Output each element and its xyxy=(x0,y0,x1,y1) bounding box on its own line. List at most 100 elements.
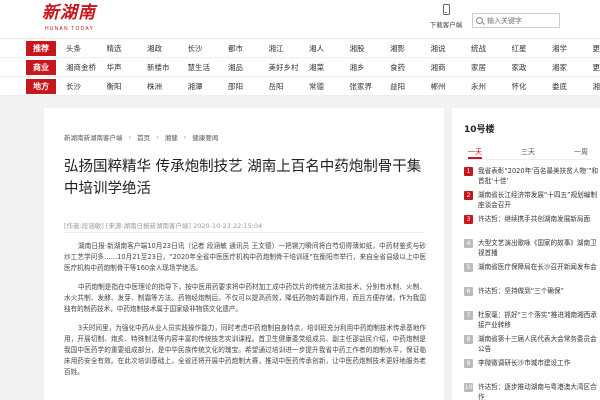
nav-category-local[interactable]: 地方 xyxy=(26,79,56,94)
nav-item[interactable]: 怀化 xyxy=(512,77,553,96)
nav-item[interactable]: 益阳 xyxy=(390,77,431,96)
tab-one-day[interactable]: 一天 xyxy=(468,146,482,159)
download-app-link[interactable]: 下载客户端 xyxy=(426,4,466,29)
nav-item[interactable]: 湘商 xyxy=(431,58,472,77)
nav-row-recommend: 推荐 头条 精选 湘政 长沙 都市 湘江 湘人 湘股 湘影 湘说 统战 红星 湘… xyxy=(0,39,600,58)
search-icon[interactable] xyxy=(476,16,483,24)
nav-item[interactable]: 湘股 xyxy=(350,39,391,58)
nav-item[interactable]: 长沙 xyxy=(66,77,107,96)
nav-item[interactable]: 家政 xyxy=(512,58,553,77)
hot-news-sidebar: 10号楼 一天 三天 一周 1 我省表彰“2020年‘百名最美扶贫人物’”和首批‘… xyxy=(452,108,600,400)
nav-item[interactable]: 慧生活 xyxy=(188,58,229,77)
nav-item[interactable]: 新楼市 xyxy=(147,58,188,77)
nav-item[interactable]: 头条 xyxy=(66,39,107,58)
nav-item[interactable]: 张家界 xyxy=(350,77,391,96)
nav-item[interactable]: 衡阳 xyxy=(107,77,148,96)
nav-item[interactable]: 湘西 xyxy=(593,77,600,96)
list-item-text[interactable]: 湖南省医疗保障局在长沙召开新闻发布会 xyxy=(478,263,597,271)
rank-badge: 4 xyxy=(464,239,473,248)
list-item[interactable]: 8 湖南省第十三届人民代表大会常务委员会公告 xyxy=(464,334,600,358)
search-box xyxy=(472,13,560,28)
list-item[interactable]: 4 大型文艺演出歌咏《国家的故事》湖南卫视首播 xyxy=(464,238,600,262)
nav-item[interactable]: 食药 xyxy=(390,58,431,77)
nav-item[interactable]: 湘潭 xyxy=(188,77,229,96)
search-input[interactable] xyxy=(487,14,559,27)
list-item-text[interactable]: 大型文艺演出歌咏《国家的故事》湖南卫视首播 xyxy=(478,239,597,257)
tab-three-days[interactable]: 三天 xyxy=(521,146,535,159)
nav-item[interactable]: 湘菜 xyxy=(309,58,350,77)
site-header: 新湖南 HUNAN TODAY 下载客户端 xyxy=(0,0,600,38)
breadcrumb-item[interactable]: 湘健 xyxy=(165,132,178,142)
list-item[interactable]: 1 我省表彰“2020年‘百名最美扶贫人物’”和首批‘十佳’ xyxy=(464,166,600,190)
breadcrumb-item[interactable]: 新湖南新湖南客户端 xyxy=(64,132,123,142)
list-item-text[interactable]: 许达哲：逐步推动湖南与粤港澳大湾区合作 xyxy=(478,383,597,400)
list-item-text[interactable]: 李微微调研长沙市城市建设工作 xyxy=(478,359,570,367)
list-item-text[interactable]: 许达哲：继续携手共创湖南发展新局面 xyxy=(478,215,590,223)
list-item[interactable]: 2 湖南省长江经济带发展“十四五”规划编制座谈会召开 xyxy=(464,190,600,214)
nav-item[interactable]: 湘政 xyxy=(147,39,188,58)
nav-item[interactable]: 湘学 xyxy=(552,39,593,58)
rank-badge: 2 xyxy=(464,191,473,200)
rank-badge: 1 xyxy=(464,167,473,176)
rank-badge: 8 xyxy=(464,335,473,344)
nav-item[interactable]: 家居 xyxy=(471,58,512,77)
nav-item-more[interactable]: 更多 xyxy=(593,58,600,77)
article-card: 新湖南新湖南客户端 › 首页 › 湘健 › 健康要闻 弘扬国粹精华 传承炮制技艺… xyxy=(44,108,444,400)
list-item[interactable]: 3 许达哲：继续携手共创湖南发展新局面 xyxy=(464,214,600,238)
nav-category-recommend[interactable]: 推荐 xyxy=(26,41,56,56)
nav-item[interactable]: 统战 xyxy=(471,39,512,58)
article-body: 湖南日报·新湖南客户端10月23日讯（记者 段涵敏 通讯员 王文德）一把铡刀瞬间… xyxy=(64,241,426,386)
breadcrumb-item[interactable]: 健康要闻 xyxy=(192,132,218,142)
logo-text: 新湖南 xyxy=(42,3,96,23)
nav-item[interactable]: 湘商金桥 xyxy=(66,58,107,77)
nav-item-more[interactable]: 更多 xyxy=(593,39,600,58)
nav-item[interactable]: 精选 xyxy=(107,39,148,58)
nav-item[interactable]: 湘影 xyxy=(390,39,431,58)
nav-item[interactable]: 邵阳 xyxy=(228,77,269,96)
list-item[interactable]: 5 湖南省医疗保障局在长沙召开新闻发布会 xyxy=(464,262,600,286)
breadcrumb-separator: › xyxy=(128,133,132,141)
nav-item[interactable]: 红星 xyxy=(512,39,553,58)
nav-item[interactable]: 岳阳 xyxy=(269,77,310,96)
nav-item[interactable]: 永州 xyxy=(471,77,512,96)
list-item[interactable]: 7 杜家毫：抓好“三个落实”推进湘南湘西承接产业转移 xyxy=(464,310,600,334)
list-item[interactable]: 6 许达哲：坚持做到“三个确保” xyxy=(464,286,600,310)
list-item-text[interactable]: 杜家毫：抓好“三个落实”推进湘南湘西承接产业转移 xyxy=(478,311,597,329)
article-title: 弘扬国粹精华 传承炮制技艺 湖南上百名中药炮制骨干集中培训学绝活 xyxy=(64,159,422,197)
nav-item[interactable]: 华声 xyxy=(107,58,148,77)
nav-item[interactable]: 湘人 xyxy=(309,39,350,58)
nav-row-business: 商业 湘商金桥 华声 新楼市 慧生活 湘品 美好乡村 湘菜 湘乡 食药 湘商 家… xyxy=(0,58,600,77)
list-item-text[interactable]: 我省表彰“2020年‘百名最美扶贫人物’”和首批‘十佳’ xyxy=(478,167,598,185)
nav-row-local: 地方 长沙 衡阳 株洲 湘潭 邵阳 岳阳 常德 张家界 益阳 郴州 永州 怀化 … xyxy=(0,77,600,96)
main-nav: 推荐 头条 精选 湘政 长沙 都市 湘江 湘人 湘股 湘影 湘说 统战 红星 湘… xyxy=(0,38,600,96)
list-item-text[interactable]: 许达哲：坚持做到“三个确保” xyxy=(478,287,564,295)
nav-item[interactable]: 湘江 xyxy=(269,39,310,58)
breadcrumb-item[interactable]: 首页 xyxy=(137,132,150,142)
divider xyxy=(64,232,424,233)
nav-category-business[interactable]: 商业 xyxy=(26,60,56,75)
phone-icon xyxy=(442,4,450,15)
site-logo[interactable]: 新湖南 HUNAN TODAY xyxy=(42,4,96,32)
nav-item[interactable]: 郴州 xyxy=(431,77,472,96)
list-item-text[interactable]: 湖南省第十三届人民代表大会常务委员会公告 xyxy=(478,335,597,353)
list-item[interactable]: 10 许达哲：逐步推动湖南与粤港澳大湾区合作 xyxy=(464,382,600,400)
nav-item[interactable]: 常德 xyxy=(309,77,350,96)
rank-badge: 10 xyxy=(464,383,473,392)
nav-item[interactable]: 湘说 xyxy=(431,39,472,58)
article-paragraph: 中药炮制是指在中医理论的指导下，按中医用药要求将中药材加工成中药饮片的传统方法和… xyxy=(64,283,426,313)
nav-item[interactable]: 美好乡村 xyxy=(269,58,310,77)
list-item[interactable]: 9 李微微调研长沙市城市建设工作 xyxy=(464,358,600,382)
logo-subtitle: HUNAN TODAY xyxy=(45,26,95,32)
sidebar-title: 10号楼 xyxy=(464,125,495,135)
tab-one-week[interactable]: 一周 xyxy=(574,146,588,159)
nav-item[interactable]: 株洲 xyxy=(147,77,188,96)
list-item-text[interactable]: 湖南省长江经济带发展“十四五”规划编制座谈会召开 xyxy=(478,191,597,209)
nav-item[interactable]: 长沙 xyxy=(188,39,229,58)
rank-badge: 5 xyxy=(464,263,473,272)
nav-item[interactable]: 娄底 xyxy=(552,77,593,96)
breadcrumb: 新湖南新湖南客户端 › 首页 › 湘健 › 健康要闻 xyxy=(64,132,218,142)
nav-item[interactable]: 湘家 xyxy=(552,58,593,77)
nav-item[interactable]: 湘品 xyxy=(228,58,269,77)
nav-item[interactable]: 湘乡 xyxy=(350,58,391,77)
nav-item[interactable]: 都市 xyxy=(228,39,269,58)
